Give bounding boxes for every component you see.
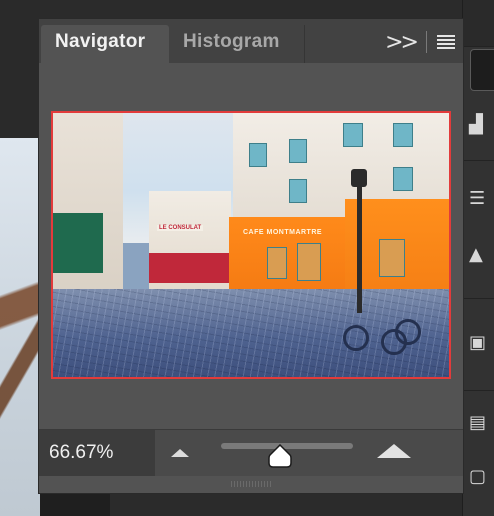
strip-top-area: [463, 0, 494, 46]
preview-cafe-sign: CAFE MONTMARTRE: [243, 229, 323, 236]
document-icon[interactable]: ▢: [469, 466, 491, 488]
double-chevron-right-icon[interactable]: >>: [385, 30, 419, 55]
mountain-small-icon[interactable]: [171, 449, 189, 457]
preview-bicycle-wheel: [343, 325, 369, 351]
preview-window: [393, 167, 413, 191]
navigator-preview[interactable]: CAFE MONTMARTRE LE CONSULAT: [51, 111, 451, 379]
preview-window: [343, 123, 363, 147]
info-icon[interactable]: ▤: [469, 412, 491, 434]
strip-divider: [463, 390, 494, 391]
preview-cafe-window: [297, 243, 321, 281]
preview-cafe-window: [379, 239, 405, 277]
divider: [426, 31, 427, 53]
histogram-icon[interactable]: ▟: [469, 114, 491, 136]
strip-divider: [463, 46, 494, 47]
strip-divider: [463, 160, 494, 161]
brush-icon[interactable]: ▲: [469, 244, 491, 266]
preview-lamp-post: [357, 173, 362, 313]
zoom-bar: 66.67%: [39, 429, 463, 476]
preview-window: [289, 139, 307, 163]
panel-menu-icon[interactable]: [437, 35, 455, 49]
preview-lamp-head: [351, 169, 367, 187]
preview-restaurant-front: [149, 253, 231, 283]
panel-tab-bar: Navigator Histogram >>: [39, 19, 463, 63]
panel-resize-grip[interactable]: [231, 481, 271, 487]
tab-histogram[interactable]: Histogram: [169, 25, 305, 63]
preview-cafe-window: [267, 247, 287, 279]
preview-window: [289, 179, 307, 203]
panel-controls: >>: [385, 25, 455, 59]
active-strip-button[interactable]: [470, 49, 494, 91]
document-image-edge: [0, 138, 40, 516]
navigator-panel: Navigator Histogram >> CAFE MONTMARTRE L…: [38, 18, 464, 494]
preview-restaurant-sign: LE CONSULAT: [157, 225, 204, 231]
properties-icon[interactable]: ☰: [469, 188, 491, 210]
preview-shop: [53, 213, 103, 273]
layers-icon[interactable]: ▣: [469, 332, 491, 354]
tab-navigator[interactable]: Navigator: [41, 25, 169, 63]
strip-divider: [463, 298, 494, 299]
preview-bicycle-wheel: [395, 319, 421, 345]
preview-window: [249, 143, 267, 167]
zoom-slider-thumb[interactable]: [268, 444, 293, 468]
preview-window: [393, 123, 413, 147]
mountain-large-icon[interactable]: [377, 444, 411, 458]
zoom-percent-field[interactable]: 66.67%: [39, 430, 155, 476]
